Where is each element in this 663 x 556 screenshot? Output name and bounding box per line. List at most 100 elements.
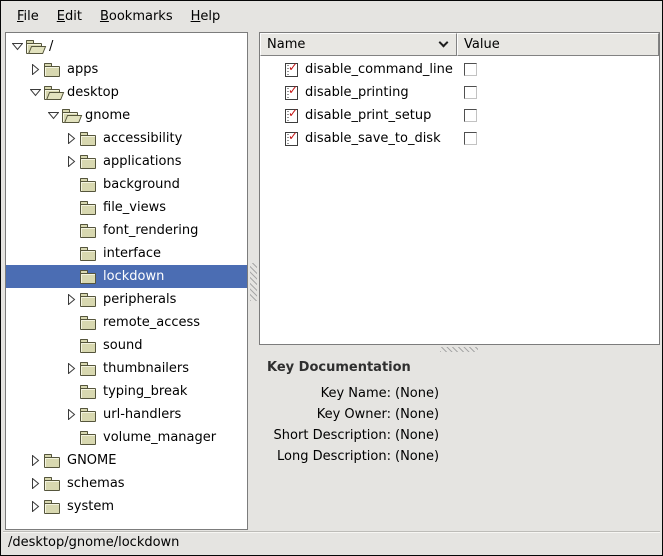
triangle-down-icon: [12, 42, 23, 51]
tree-row-label: accessibility: [103, 131, 182, 146]
vertical-splitter[interactable]: [248, 32, 259, 530]
tree-row[interactable]: desktop: [6, 81, 247, 104]
menu-item[interactable]: Bookmarks: [91, 4, 182, 29]
tree-expander-icon[interactable]: [63, 201, 80, 214]
tree-expander-icon[interactable]: [63, 224, 80, 237]
tree-expander-icon[interactable]: [63, 293, 80, 306]
tree-expander-icon[interactable]: [27, 454, 44, 467]
doc-row: Short Description: (None): [259, 425, 660, 446]
key-row[interactable]: disable_print_setup: [260, 104, 659, 127]
tree-row[interactable]: lockdown: [6, 265, 247, 288]
tree-expander-icon[interactable]: [63, 385, 80, 398]
tree-row[interactable]: file_views: [6, 196, 247, 219]
folder-icon: [62, 109, 79, 123]
tree-row-label: url-handlers: [103, 407, 181, 422]
tree-row[interactable]: /: [6, 35, 247, 58]
doc-field-value: (None): [395, 386, 439, 401]
folder-icon: [80, 270, 97, 284]
sort-chevron-down-icon: [439, 38, 449, 48]
tree-expander-icon[interactable]: [63, 178, 80, 191]
key-row[interactable]: disable_command_line: [260, 58, 659, 81]
key-icon: [285, 109, 298, 123]
tree-row[interactable]: background: [6, 173, 247, 196]
tree-row[interactable]: applications: [6, 150, 247, 173]
value-checkbox[interactable]: [464, 86, 477, 99]
triangle-right-icon: [67, 133, 76, 144]
folder-icon: [80, 339, 97, 353]
folder-icon: [80, 132, 97, 146]
folder-icon: [80, 224, 97, 238]
tree-expander-icon[interactable]: [63, 316, 80, 329]
triangle-down-icon: [30, 88, 41, 97]
tree-row[interactable]: gnome: [6, 104, 247, 127]
tree-expander-icon[interactable]: [63, 270, 80, 283]
key-row[interactable]: disable_printing: [260, 81, 659, 104]
tree-expander-icon[interactable]: [45, 109, 62, 122]
tree-row[interactable]: apps: [6, 58, 247, 81]
key-row[interactable]: disable_save_to_disk: [260, 127, 659, 150]
folder-icon: [44, 86, 61, 100]
tree-row[interactable]: schemas: [6, 472, 247, 495]
key-icon: [285, 86, 298, 100]
menu-item[interactable]: File: [8, 4, 48, 29]
triangle-right-icon: [31, 64, 40, 75]
tree-row[interactable]: volume_manager: [6, 426, 247, 449]
horizontal-splitter[interactable]: [259, 345, 660, 354]
tree-row[interactable]: interface: [6, 242, 247, 265]
tree-row[interactable]: url-handlers: [6, 403, 247, 426]
folder-icon: [44, 477, 61, 491]
value-checkbox[interactable]: [464, 109, 477, 122]
tree-expander-icon[interactable]: [63, 362, 80, 375]
statusbar: /desktop/gnome/lockdown: [3, 531, 660, 553]
tree-row-label: GNOME: [67, 453, 116, 468]
tree-expander-icon[interactable]: [27, 63, 44, 76]
menu-item[interactable]: Help: [182, 4, 230, 29]
tree-expander-icon[interactable]: [27, 500, 44, 513]
tree-row-label: thumbnailers: [103, 361, 189, 376]
tree-expander-icon[interactable]: [27, 86, 44, 99]
menubar: File Edit Bookmarks Help: [3, 3, 660, 30]
menu-item[interactable]: Edit: [48, 4, 91, 29]
tree-row[interactable]: peripherals: [6, 288, 247, 311]
tree-expander-icon[interactable]: [63, 408, 80, 421]
folder-icon: [80, 293, 97, 307]
tree-row-label: sound: [103, 338, 142, 353]
tree-expander-icon[interactable]: [9, 40, 26, 53]
doc-field-label: Key Name:: [259, 386, 391, 401]
tree-row[interactable]: GNOME: [6, 449, 247, 472]
tree-row-label: remote_access: [103, 315, 200, 330]
tree-row[interactable]: accessibility: [6, 127, 247, 150]
key-rows: disable_command_line disable_printing di…: [260, 56, 659, 150]
triangle-down-icon: [48, 111, 59, 120]
value-checkbox[interactable]: [464, 132, 477, 145]
folder-icon: [80, 431, 97, 445]
tree-row-label: volume_manager: [103, 430, 216, 445]
key-documentation-fields: Key Name: (None) Key Owner: (None) Short…: [259, 383, 660, 467]
folder-icon: [80, 201, 97, 215]
column-header-name[interactable]: Name: [260, 33, 457, 56]
folder-icon: [80, 385, 97, 399]
tree-row[interactable]: font_rendering: [6, 219, 247, 242]
value-checkbox[interactable]: [464, 63, 477, 76]
tree-row-label: background: [103, 177, 180, 192]
tree-row[interactable]: typing_break: [6, 380, 247, 403]
doc-field-label: Short Description:: [259, 428, 391, 443]
tree-row[interactable]: sound: [6, 334, 247, 357]
key-documentation-title: Key Documentation: [259, 354, 660, 379]
key-name: disable_print_setup: [305, 108, 431, 123]
tree-expander-icon[interactable]: [63, 339, 80, 352]
tree-row[interactable]: system: [6, 495, 247, 518]
tree-expander-icon[interactable]: [63, 155, 80, 168]
tree-expander-icon[interactable]: [63, 431, 80, 444]
splitter-grip-icon: [440, 347, 478, 352]
folder-icon: [80, 408, 97, 422]
tree-expander-icon[interactable]: [63, 247, 80, 260]
tree-expander-icon[interactable]: [27, 477, 44, 490]
folder-icon: [80, 362, 97, 376]
tree-expander-icon[interactable]: [63, 132, 80, 145]
triangle-right-icon: [31, 478, 40, 489]
tree-row[interactable]: remote_access: [6, 311, 247, 334]
tree-row-label: interface: [103, 246, 161, 261]
tree-row[interactable]: thumbnailers: [6, 357, 247, 380]
column-header-value[interactable]: Value: [457, 33, 659, 56]
